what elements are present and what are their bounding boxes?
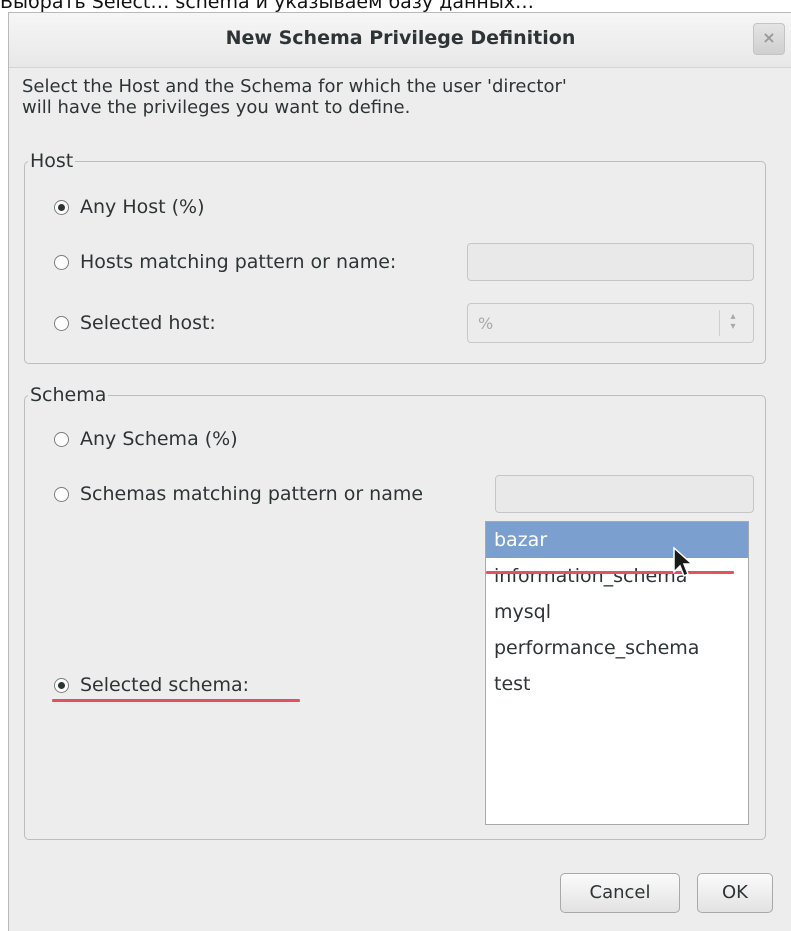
mouse-pointer-icon bbox=[673, 546, 694, 578]
radio-schemas-matching[interactable]: Schemas matching pattern or name bbox=[54, 483, 488, 505]
close-icon: × bbox=[762, 28, 776, 47]
list-item[interactable]: mysql bbox=[486, 594, 748, 630]
annotation-underline bbox=[486, 571, 734, 574]
list-item-selected[interactable]: bazar bbox=[486, 522, 748, 558]
list-item[interactable]: information_schema bbox=[486, 558, 748, 594]
list-item[interactable]: test bbox=[486, 666, 748, 702]
host-legend: Host bbox=[30, 150, 74, 172]
selected-host-combo[interactable]: % ▴ ▾ bbox=[467, 303, 754, 343]
radio-button[interactable] bbox=[54, 254, 69, 270]
radio-any-host[interactable]: Any Host (%) bbox=[54, 196, 205, 218]
radio-label-hosts-matching: Hosts matching pattern or name: bbox=[80, 251, 397, 273]
radio-label-any-schema: Any Schema (%) bbox=[80, 428, 238, 450]
schema-pattern-input[interactable] bbox=[495, 475, 754, 513]
selected-host-value: % bbox=[478, 314, 494, 333]
schema-list[interactable]: bazar information_schema mysql performan… bbox=[485, 521, 749, 825]
updown-arrows-icon: ▴ ▾ bbox=[730, 311, 736, 332]
intro-line-2: will have the privileges you want to def… bbox=[22, 97, 411, 118]
annotation-underline bbox=[52, 699, 300, 702]
radio-label-schemas-matching: Schemas matching pattern or name bbox=[80, 483, 424, 505]
intro-text: Select the Host and the Schema for which… bbox=[22, 76, 762, 118]
radio-button[interactable] bbox=[54, 431, 69, 447]
dialog-title: New Schema Privilege Definition bbox=[225, 27, 576, 49]
close-button[interactable]: × bbox=[753, 23, 785, 55]
radio-button[interactable] bbox=[54, 486, 69, 502]
radio-selected-schema[interactable]: Selected schema: bbox=[54, 674, 249, 696]
radio-label-any-host: Any Host (%) bbox=[80, 196, 205, 218]
radio-button-checked[interactable] bbox=[54, 199, 69, 215]
ok-button[interactable]: OK bbox=[697, 873, 773, 913]
list-item[interactable]: performance_schema bbox=[486, 630, 748, 666]
titlebar[interactable]: New Schema Privilege Definition × bbox=[9, 13, 791, 68]
radio-selected-host[interactable]: Selected host: bbox=[54, 312, 216, 334]
combo-separator bbox=[719, 310, 720, 336]
radio-hosts-matching[interactable]: Hosts matching pattern or name: bbox=[54, 251, 396, 273]
radio-label-selected-schema: Selected schema: bbox=[80, 674, 250, 696]
intro-line-1: Select the Host and the Schema for which… bbox=[22, 76, 567, 97]
schema-legend: Schema bbox=[30, 384, 107, 406]
radio-any-schema[interactable]: Any Schema (%) bbox=[54, 428, 238, 450]
host-pattern-input[interactable] bbox=[467, 243, 754, 281]
radio-label-selected-host: Selected host: bbox=[80, 312, 216, 334]
cancel-button[interactable]: Cancel bbox=[560, 873, 680, 913]
radio-button[interactable] bbox=[54, 315, 69, 331]
radio-button-checked[interactable] bbox=[54, 677, 69, 693]
